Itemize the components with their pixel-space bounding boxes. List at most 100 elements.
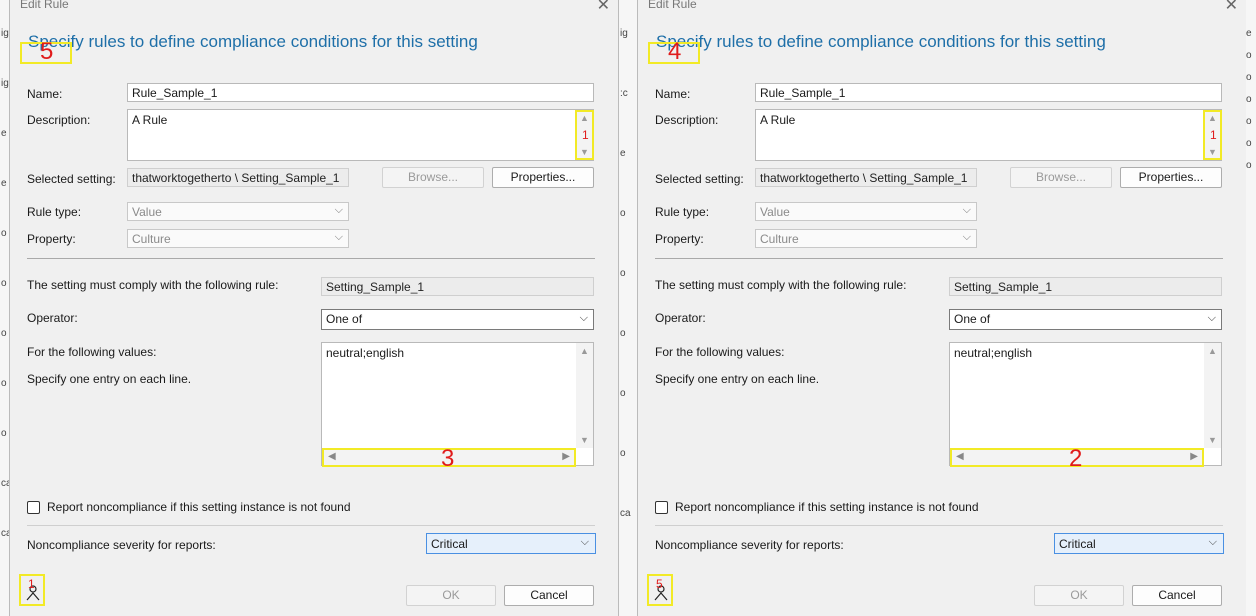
background-mark: ig bbox=[1, 78, 9, 89]
values-hint: Specify one entry on each line. bbox=[655, 372, 820, 386]
comply-field: Setting_Sample_1 bbox=[949, 277, 1222, 296]
rule-type-value: Value bbox=[132, 205, 162, 219]
background-window-left-edge: ig ig e e o o o o o ca ca bbox=[0, 0, 10, 616]
severity-label: Noncompliance severity for reports: bbox=[655, 538, 844, 552]
property-select[interactable]: Culture ⌵ bbox=[755, 229, 977, 248]
property-select[interactable]: Culture ⌵ bbox=[127, 229, 349, 248]
dialog-titlebar: Edit Rule ✕ bbox=[638, 0, 1246, 15]
description-textarea[interactable]: A Rule ▲ ▼ bbox=[755, 109, 1222, 161]
comply-label: The setting must comply with the followi… bbox=[655, 278, 907, 292]
severity-value: Critical bbox=[1059, 537, 1096, 551]
ok-button[interactable]: OK bbox=[1034, 585, 1124, 606]
chevron-down-icon: ⌵ bbox=[334, 204, 343, 216]
report-label[interactable]: Report noncompliance if this setting ins… bbox=[675, 500, 979, 514]
operator-label: Operator: bbox=[655, 311, 706, 325]
report-checkbox[interactable] bbox=[27, 501, 40, 514]
property-label: Property: bbox=[655, 232, 704, 246]
operator-select[interactable]: One of ⌵ bbox=[321, 309, 594, 330]
background-mark: ig bbox=[620, 28, 628, 39]
divider bbox=[655, 258, 1223, 259]
description-label: Description: bbox=[27, 113, 91, 127]
values-label: For the following values: bbox=[655, 345, 785, 359]
background-mark: o bbox=[1246, 50, 1252, 61]
edit-rule-dialog-left: Edit Rule ✕ Specify rules to define comp… bbox=[10, 0, 618, 616]
selected-setting-field: thatworktogetherto \ Setting_Sample_1 bbox=[127, 168, 349, 187]
values-hint: Specify one entry on each line. bbox=[27, 372, 192, 386]
property-value: Culture bbox=[132, 232, 171, 246]
background-mark: e bbox=[1246, 28, 1252, 39]
operator-value: One of bbox=[326, 312, 363, 326]
operator-value: One of bbox=[954, 312, 991, 326]
page-heading: Specify rules to define compliance condi… bbox=[28, 32, 478, 51]
ok-button[interactable]: OK bbox=[406, 585, 496, 606]
rule-type-value: Value bbox=[760, 205, 790, 219]
divider bbox=[27, 525, 595, 526]
severity-select[interactable]: Critical ⌵ bbox=[1054, 533, 1224, 554]
background-mark: o bbox=[620, 388, 626, 399]
rule-type-select[interactable]: Value ⌵ bbox=[127, 202, 349, 221]
cancel-button[interactable]: Cancel bbox=[504, 585, 594, 606]
annotation-number-footer: 1 bbox=[28, 577, 35, 591]
background-mark: :c bbox=[620, 88, 628, 99]
edit-rule-dialog-right: Edit Rule ✕ Specify rules to define comp… bbox=[638, 0, 1246, 616]
scroll-up-icon[interactable]: ▲ bbox=[1208, 346, 1217, 356]
selected-setting-field: thatworktogetherto \ Setting_Sample_1 bbox=[755, 168, 977, 187]
scroll-down-icon[interactable]: ▼ bbox=[1208, 435, 1217, 445]
background-mark: o bbox=[1, 278, 7, 289]
background-mark: o bbox=[1246, 116, 1252, 127]
operator-select[interactable]: One of ⌵ bbox=[949, 309, 1222, 330]
close-icon[interactable]: ✕ bbox=[597, 0, 610, 15]
cancel-button[interactable]: Cancel bbox=[1132, 585, 1222, 606]
background-mark: o bbox=[1246, 72, 1252, 83]
values-label: For the following values: bbox=[27, 345, 157, 359]
background-mark: o bbox=[1246, 138, 1252, 149]
name-input[interactable]: Rule_Sample_1 bbox=[755, 83, 1222, 102]
report-checkbox[interactable] bbox=[655, 501, 668, 514]
divider bbox=[27, 258, 595, 259]
values-vscrollbar[interactable]: ▲ ▼ bbox=[1204, 343, 1221, 448]
severity-select[interactable]: Critical ⌵ bbox=[426, 533, 596, 554]
chevron-down-icon: ⌵ bbox=[1208, 536, 1217, 548]
rule-type-select[interactable]: Value ⌵ bbox=[755, 202, 977, 221]
severity-label: Noncompliance severity for reports: bbox=[27, 538, 216, 552]
selected-setting-label: Selected setting: bbox=[655, 172, 744, 186]
background-mark: ca bbox=[1, 528, 9, 539]
annotation-number-footer: 5 bbox=[656, 577, 663, 591]
description-label: Description: bbox=[655, 113, 719, 127]
chevron-down-icon: ⌵ bbox=[580, 536, 589, 548]
dialog-title: Edit Rule bbox=[648, 0, 697, 11]
properties-button[interactable]: Properties... bbox=[492, 167, 594, 188]
property-label: Property: bbox=[27, 232, 76, 246]
background-mark: e bbox=[1, 178, 7, 189]
chevron-down-icon: ⌵ bbox=[334, 231, 343, 243]
scroll-down-icon[interactable]: ▼ bbox=[580, 435, 589, 445]
annotation-number-hscroll: 2 bbox=[1069, 445, 1083, 472]
divider bbox=[655, 525, 1223, 526]
background-mark: ca bbox=[1, 478, 9, 489]
name-label: Name: bbox=[655, 87, 691, 101]
name-input[interactable]: Rule_Sample_1 bbox=[127, 83, 594, 102]
background-mark: o bbox=[1, 228, 7, 239]
background-mark: ig bbox=[1, 28, 9, 39]
description-textarea[interactable]: A Rule ▲ ▼ bbox=[127, 109, 594, 161]
description-text: A Rule bbox=[760, 113, 796, 127]
annotation-number-heading: 5 bbox=[40, 38, 54, 65]
values-text: neutral;english bbox=[326, 346, 405, 360]
comply-label: The setting must comply with the followi… bbox=[27, 278, 279, 292]
dialog-title: Edit Rule bbox=[20, 0, 69, 11]
rule-type-label: Rule type: bbox=[655, 205, 710, 219]
properties-button[interactable]: Properties... bbox=[1120, 167, 1222, 188]
report-label[interactable]: Report noncompliance if this setting ins… bbox=[47, 500, 351, 514]
description-text: A Rule bbox=[132, 113, 168, 127]
close-icon[interactable]: ✕ bbox=[1225, 0, 1238, 15]
values-text: neutral;english bbox=[954, 346, 1033, 360]
scroll-up-icon[interactable]: ▲ bbox=[580, 346, 589, 356]
operator-label: Operator: bbox=[27, 311, 78, 325]
values-vscrollbar[interactable]: ▲ ▼ bbox=[576, 343, 593, 448]
browse-button[interactable]: Browse... bbox=[382, 167, 484, 188]
annotation-number-description-scroll: 1 bbox=[1210, 128, 1217, 142]
browse-button[interactable]: Browse... bbox=[1010, 167, 1112, 188]
background-mark: o bbox=[1, 328, 7, 339]
comply-field: Setting_Sample_1 bbox=[321, 277, 594, 296]
background-window-middle-edge: ig:c e o o o o o ca bbox=[618, 0, 638, 616]
